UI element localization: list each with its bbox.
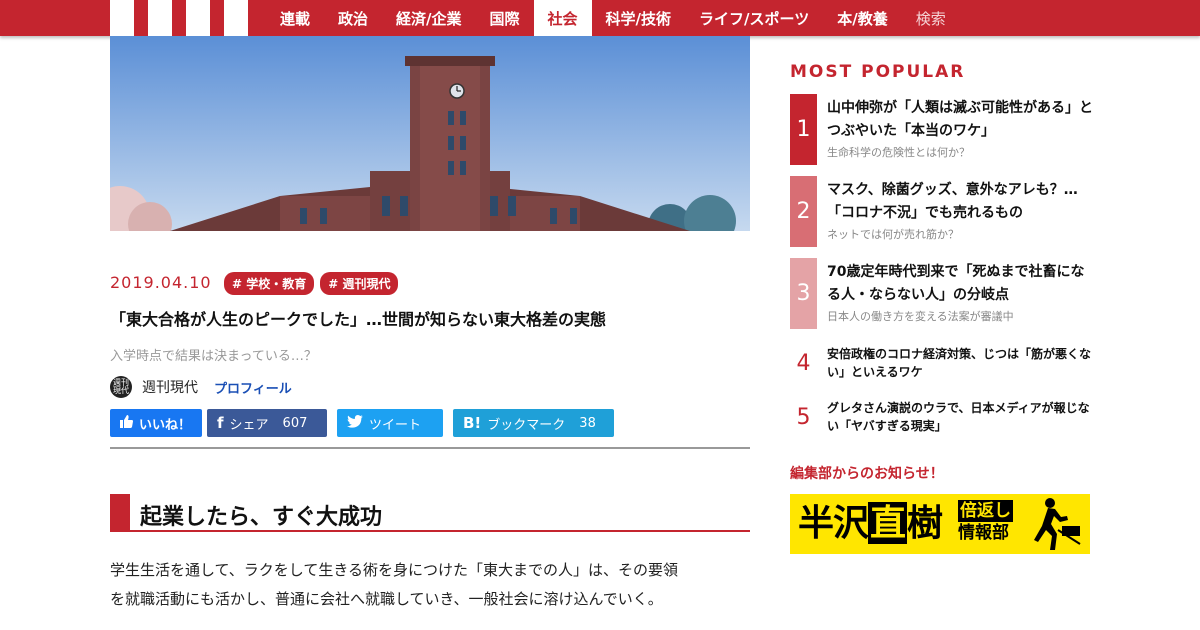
tweet-button[interactable]: ツイート xyxy=(337,409,443,437)
banner-side-top: 倍返し xyxy=(958,500,1013,522)
nav-item-politics[interactable]: 政治 xyxy=(324,0,382,36)
main-nav: 連載 政治 経済/企業 国際 社会 科学/技術 ライフ/スポーツ 本/教養 検索 xyxy=(266,0,960,36)
body-line: 学生生活を通して、ラクをして生きる術を身につけた「東大までの人」は、その要領 xyxy=(110,561,679,579)
facebook-share-label: シェア xyxy=(229,417,269,433)
popular-headline[interactable]: マスク、除菌グッズ、意外なアレも？…「コロナ不況」でも売れるもの xyxy=(827,179,1097,225)
article-tags: # 学校・教育 # 週刊現代 xyxy=(224,272,399,295)
section-heading-text: 起業したら、すぐ大成功 xyxy=(140,505,383,530)
twitter-icon xyxy=(347,414,363,432)
nav-search-link[interactable]: 検索 xyxy=(902,0,960,36)
logo-stripe xyxy=(110,0,134,36)
like-label: いいね！ xyxy=(139,417,192,433)
banner-main-text: 半沢直樹 xyxy=(798,499,943,547)
tag-education[interactable]: # 学校・教育 xyxy=(224,272,315,295)
popular-item-4[interactable]: 4 安倍政権のコロナ経済対策、じつは「筋が悪くない」といえるワケ xyxy=(790,343,1100,383)
top-navigation-bar: 連載 政治 経済/企業 国際 社会 科学/技術 ライフ/スポーツ 本/教養 検索 xyxy=(0,0,1200,36)
popular-headline[interactable]: グレタさん演説のウラで、日本メディアが報じない「ヤバすぎる現実」 xyxy=(827,399,1097,435)
banner-side-bottom: 情報部 xyxy=(958,523,1009,543)
article-lede: 入学時点で結果は決まっている…？ xyxy=(110,349,317,364)
facebook-icon: f xyxy=(217,414,224,432)
site-logo[interactable] xyxy=(110,0,248,36)
rank-number: 1 xyxy=(790,94,817,165)
logo-stripe xyxy=(134,0,148,36)
author-name: 週刊現代 xyxy=(142,380,198,396)
hatena-bookmark-button[interactable]: B! ブックマーク 38 xyxy=(453,409,614,437)
body-line: を就職活動にも活かし、普通に会社へ就職していき、一般社会に溶け込んでいく。 xyxy=(110,590,663,608)
logo-stripe xyxy=(210,0,224,36)
popular-subtitle: 日本人の働き方を変える法案が審議中 xyxy=(827,310,1014,323)
article-body: 学生生活を通して、ラクをして生きる術を身につけた「東大までの人」は、その要領 を… xyxy=(110,556,760,614)
logo-stripe xyxy=(224,0,248,36)
popular-subtitle: ネットでは何が売れ筋か？ xyxy=(827,228,959,241)
nav-item-international[interactable]: 国際 xyxy=(476,0,534,36)
facebook-share-button[interactable]: f シェア 607 xyxy=(207,409,327,437)
thumbs-up-icon xyxy=(120,414,133,432)
article-date: 2019.04.10 xyxy=(110,273,212,292)
rank-number: 3 xyxy=(790,258,817,329)
section-heading-bar xyxy=(110,494,130,530)
popular-headline[interactable]: 山中伸弥が「人類は滅ぶ可能性がある」とつぶやいた「本当のワケ」 xyxy=(827,97,1097,143)
banner-side-text: 倍返し 情報部 xyxy=(958,500,1013,544)
popular-headline[interactable]: 安倍政権のコロナ経済対策、じつは「筋が悪くない」といえるワケ xyxy=(827,345,1097,381)
rank-number: 5 xyxy=(796,404,811,430)
author-row: 週刊現代 週刊現代 プロフィール xyxy=(110,376,292,398)
nav-item-life-sports[interactable]: ライフ/スポーツ xyxy=(685,0,823,36)
nav-item-science[interactable]: 科学/技術 xyxy=(592,0,685,36)
hatena-bookmark-icon: B! xyxy=(463,414,482,432)
nav-item-books[interactable]: 本/教養 xyxy=(823,0,901,36)
section-heading: 起業したら、すぐ大成功 xyxy=(110,494,750,532)
popular-item-3[interactable]: 3 70歳定年時代到来で「死ぬまで社畜になる人・ならない人」の分岐点 日本人の働… xyxy=(790,258,1100,329)
popular-item-1[interactable]: 1 山中伸弥が「人類は滅ぶ可能性がある」とつぶやいた「本当のワケ」 生命科学の危… xyxy=(790,94,1100,165)
popular-subtitle: 生命科学の危険性とは何か？ xyxy=(827,146,970,159)
popular-item-2[interactable]: 2 マスク、除菌グッズ、意外なアレも？…「コロナ不況」でも売れるもの ネットでは… xyxy=(790,176,1100,247)
tweet-label: ツイート xyxy=(369,417,422,433)
logo-stripe xyxy=(172,0,186,36)
nav-item-series[interactable]: 連載 xyxy=(266,0,324,36)
running-man-icon xyxy=(1034,498,1081,550)
hero-image xyxy=(110,36,750,231)
banner-text-a: 半沢 xyxy=(798,502,869,544)
nav-item-society[interactable]: 社会 xyxy=(533,0,592,36)
facebook-share-count: 607 xyxy=(282,415,308,431)
banner-text-c: 樹 xyxy=(907,502,943,544)
logo-stripe xyxy=(186,0,210,36)
most-popular-title: MOST POPULAR xyxy=(790,62,966,82)
hatena-bookmark-count: 38 xyxy=(579,415,596,431)
hero-illustration xyxy=(110,36,750,231)
banner-text-b: 直 xyxy=(868,502,908,544)
author-avatar: 週刊現代 xyxy=(110,376,132,398)
tag-weekly-gendai[interactable]: # 週刊現代 xyxy=(320,272,399,295)
logo-stripe xyxy=(148,0,172,36)
rank-number: 2 xyxy=(790,176,817,247)
share-buttons: いいね！ f シェア 607 ツイート B! ブックマーク 38 xyxy=(110,409,614,437)
hatena-bookmark-label: ブックマーク xyxy=(487,417,566,433)
editor-notice-title: 編集部からのお知らせ！ xyxy=(790,466,944,482)
divider xyxy=(110,447,750,449)
profile-link[interactable]: プロフィール xyxy=(214,378,292,397)
popular-headline[interactable]: 70歳定年時代到来で「死ぬまで社畜になる人・ならない人」の分岐点 xyxy=(827,261,1097,307)
promo-banner[interactable]: 半沢直樹 倍返し 情報部 xyxy=(790,494,1090,554)
popular-item-5[interactable]: 5 グレタさん演説のウラで、日本メディアが報じない「ヤバすぎる現実」 xyxy=(790,397,1100,437)
nav-item-economy[interactable]: 経済/企業 xyxy=(382,0,475,36)
rank-number: 4 xyxy=(796,350,811,376)
like-button[interactable]: いいね！ xyxy=(110,409,202,437)
article-title: 「東大合格が人生のピークでした」…世間が知らない東大格差の実態 xyxy=(110,310,607,329)
